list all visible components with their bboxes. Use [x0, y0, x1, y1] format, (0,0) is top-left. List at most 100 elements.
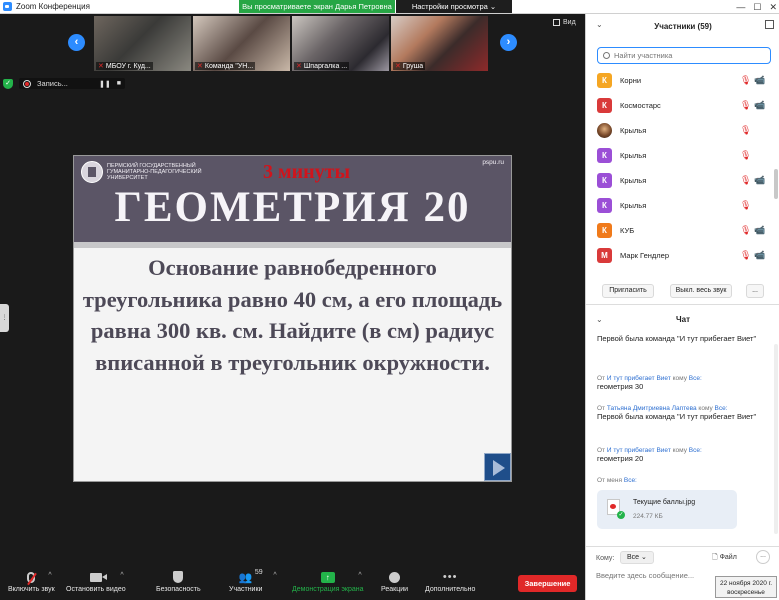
participant-name: КУБ	[620, 226, 635, 235]
participant-row[interactable]: К Крылья 🎙	[586, 193, 774, 218]
thumbnail-label: ✕ Команда "УН...	[195, 62, 256, 70]
share-screen-button[interactable]: ↑ Демонстрация экрана	[292, 568, 364, 593]
meta-from: От	[597, 375, 607, 382]
participant-row[interactable]: К Крылья 🎙 📹	[586, 168, 774, 193]
video-off-icon[interactable]: 📹	[754, 100, 765, 111]
reactions-button[interactable]: Реакции	[381, 568, 408, 593]
more-dots-icon: •••	[442, 571, 458, 583]
thumbnail-label: ✕ Груша	[393, 62, 426, 70]
participants-title: Участники (59)	[654, 22, 712, 31]
participant-row[interactable]: К Космостарс 🎙 📹	[586, 93, 774, 118]
avatar: М	[597, 248, 612, 263]
muted-mic-icon: ✕	[98, 63, 104, 70]
muted-mic-icon[interactable]: 🎙	[740, 175, 751, 186]
participant-row[interactable]: К Крылья 🎙	[586, 143, 774, 168]
avatar: К	[597, 173, 612, 188]
mute-all-button[interactable]: Выкл. весь звук	[670, 284, 732, 298]
muted-mic-icon[interactable]: 🎙	[740, 100, 751, 111]
university-emblem-icon	[81, 161, 103, 183]
muted-mic-icon: ✕	[395, 63, 401, 70]
muted-mic-icon[interactable]: 🎙	[740, 75, 751, 86]
chat-sender[interactable]: И тут прибегает Виет	[607, 447, 671, 454]
thumbnails-next-button[interactable]: ›	[500, 34, 517, 51]
chat-recipient: Все:	[688, 447, 702, 454]
participant-thumbnail[interactable]: ✕ Шпаргалка ...	[292, 16, 389, 71]
invite-button[interactable]: Пригласить	[602, 284, 654, 298]
video-off-icon[interactable]: 📹	[754, 75, 765, 86]
meta-to: кому	[670, 375, 689, 382]
muted-mic-icon[interactable]: 🎙	[740, 225, 751, 236]
muted-mic-icon[interactable]: 🎙	[740, 150, 751, 161]
participant-thumbnail[interactable]: ✕ Груша	[391, 16, 488, 71]
participant-thumbnail[interactable]: ✕ МБОУ г. Куд...	[94, 16, 191, 71]
popout-icon[interactable]	[765, 20, 774, 29]
muted-mic-icon[interactable]: 🎙	[740, 125, 751, 136]
recording-bar: ✓ Запись... ❚❚ ■	[3, 78, 125, 89]
participant-row[interactable]: М Марк Гендлер 🎙 📹	[586, 243, 774, 268]
to-label: Кому:	[596, 555, 615, 562]
slide-problem-text: Основание равнобедренного треугольника р…	[82, 255, 503, 375]
maximize-icon[interactable]: ☐	[753, 0, 761, 14]
muted-mic-icon[interactable]: 🎙	[740, 200, 751, 211]
security-button[interactable]: Безопасность	[156, 568, 201, 593]
participants-more-button[interactable]: ...	[746, 284, 764, 298]
muted-mic-icon[interactable]: 🎙	[740, 250, 751, 261]
side-panel-handle[interactable]: ⋮	[0, 304, 9, 332]
participant-search-input[interactable]	[614, 51, 764, 60]
chat-scrollbar[interactable]	[774, 344, 778, 534]
chat-sender[interactable]: Татьяна Дмитриевна Лаптева	[607, 405, 697, 412]
file-attachment[interactable]: ✓ Текущие баллы.jpg 224.77 КБ	[597, 490, 737, 529]
chat-sender[interactable]: И тут прибегает Виет	[607, 375, 671, 382]
security-label: Безопасность	[156, 586, 201, 593]
participants-scrollbar[interactable]	[774, 169, 778, 199]
view-toggle[interactable]: Вид	[553, 19, 576, 26]
chat-input[interactable]	[596, 571, 716, 580]
chat-message-meta: От И тут прибегает Виет кому Все:	[597, 447, 767, 454]
participant-row[interactable]: К КУБ 🎙 📹	[586, 218, 774, 243]
recipient-select[interactable]: Все ⌄	[620, 551, 654, 564]
participant-name: Космостарс	[620, 101, 661, 110]
video-off-icon[interactable]: 📹	[754, 175, 765, 186]
view-settings-button[interactable]: Настройки просмотра ⌄	[396, 0, 512, 13]
camera-icon	[89, 572, 107, 582]
panel-divider	[586, 304, 779, 305]
chevron-up-icon: ^	[48, 572, 52, 579]
encryption-shield-icon[interactable]: ✓	[3, 78, 13, 89]
file-size: 224.77 КБ	[633, 513, 663, 520]
chat-more-button[interactable]: ...	[756, 550, 770, 564]
meta-to: кому	[670, 447, 689, 454]
thumbnail-name: Команда "УН...	[204, 63, 254, 70]
participant-search[interactable]	[597, 47, 771, 64]
participants-button[interactable]: 👥 59 Участники	[229, 568, 263, 593]
chevron-up-icon: ^	[120, 572, 124, 579]
participant-row[interactable]: К Корни 🎙 📹	[586, 68, 774, 93]
avatar: К	[597, 73, 612, 88]
muted-microphone-icon	[27, 571, 36, 583]
recipient-value: Все	[627, 554, 640, 561]
minimize-icon[interactable]: —	[736, 0, 745, 14]
pause-recording-button[interactable]: ❚❚	[99, 80, 111, 88]
thumbnail-name: Груша	[402, 63, 424, 70]
stop-video-button[interactable]: Остановить видео	[66, 568, 126, 593]
video-off-icon[interactable]: 📹	[754, 225, 765, 236]
avatar	[597, 123, 612, 138]
more-button[interactable]: ••• Дополнительно	[425, 568, 475, 593]
participants-header: ⌄ Участники (59)	[586, 14, 779, 39]
muted-mic-icon: ✕	[296, 63, 302, 70]
search-icon	[603, 52, 610, 59]
video-off-icon[interactable]: 📹	[754, 250, 765, 261]
participant-row[interactable]: Крылья 🎙	[586, 118, 774, 143]
stop-recording-button[interactable]: ■	[117, 80, 121, 87]
chat-message-meta: От Татьяна Дмитриевна Лаптева кому Все:	[597, 405, 767, 412]
chevron-up-icon: ^	[358, 572, 362, 579]
end-meeting-button[interactable]: Завершение	[518, 575, 577, 592]
chat-message: От Татьяна Дмитриевна Лаптева кому Все: …	[597, 405, 767, 422]
thumbnails-prev-button[interactable]: ‹	[68, 34, 85, 51]
participants-actions: Пригласить Выкл. весь звук ...	[586, 284, 779, 302]
chat-message-own: От меня Все:	[597, 477, 767, 484]
participant-thumbnail[interactable]: ✕ Команда "УН...	[193, 16, 290, 71]
close-icon[interactable]: ✕	[769, 0, 777, 14]
participant-name: Корни	[620, 76, 642, 85]
chevron-down-icon: ⌄	[641, 554, 647, 561]
send-file-button[interactable]: 🗋 Файл	[712, 553, 737, 564]
